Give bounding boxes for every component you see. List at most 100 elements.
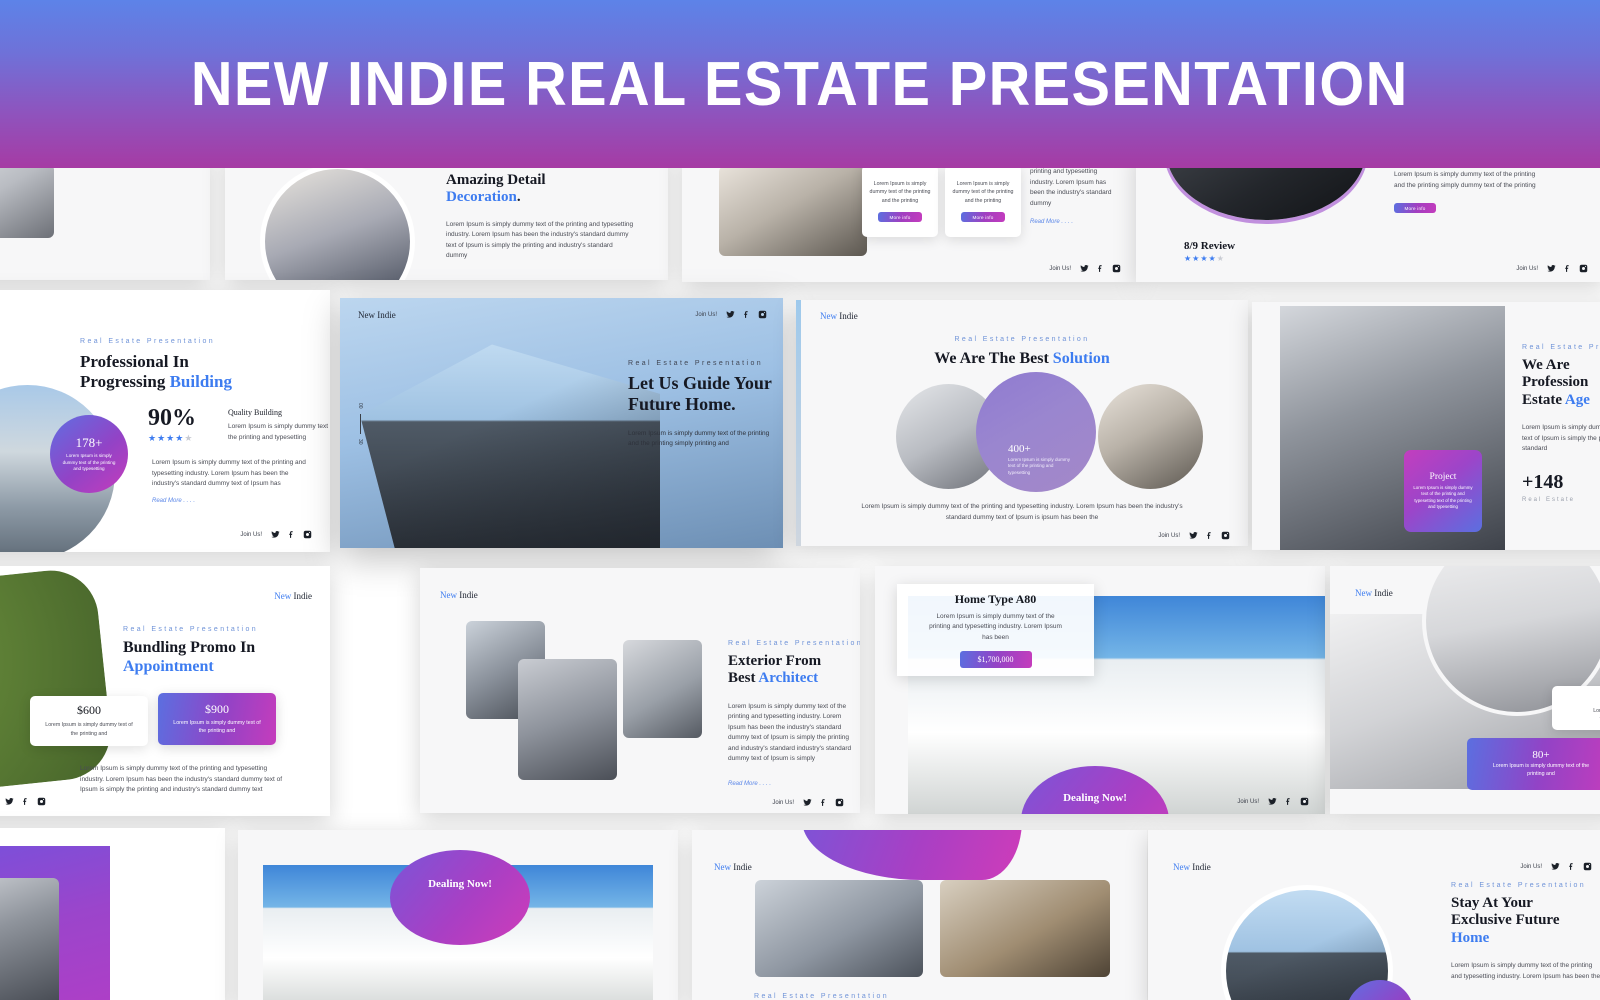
facebook-icon[interactable] — [287, 530, 296, 539]
twitter-icon[interactable] — [1547, 264, 1556, 273]
facebook-icon[interactable] — [742, 310, 751, 319]
instagram-icon[interactable] — [835, 798, 844, 807]
slide-we-are-professional-estate-agent[interactable]: Project Lorem Ipsum is simply dummy text… — [1252, 302, 1600, 550]
stat-number: 400+ — [1008, 442, 1031, 455]
home-type-body: Lorem Ipsum is simply dummy text of the … — [929, 612, 1062, 641]
price-card-premium[interactable]: $900 Lorem Ipsum is simply dummy text of… — [158, 693, 276, 745]
title-line-1: Professional In — [80, 352, 189, 371]
stat-body: Lorem Ipsum is simply dummy text of the … — [62, 453, 116, 472]
slide-thumbnail-info-cards[interactable]: Lorem Ipsum is simply dummy text of the … — [682, 150, 1137, 282]
keys-photo — [755, 880, 923, 977]
plans-photo-right — [1098, 384, 1203, 489]
more-info-button[interactable]: More info — [961, 212, 1005, 223]
eyebrow: Real Estate Presentation — [728, 640, 860, 647]
slide-let-us-guide[interactable]: New Indie Join Us! 00 30 Real Estate Pre… — [340, 298, 783, 548]
stat-card-6: 6 Lorem Ipsum is text of the — [1552, 686, 1600, 730]
title-line-1: Let Us Guide Your — [628, 373, 772, 393]
ribbon-label: Dealing Now! — [1063, 792, 1127, 804]
rail-divider — [359, 413, 361, 434]
instagram-icon[interactable] — [1221, 531, 1230, 540]
facebook-icon[interactable] — [1567, 862, 1576, 871]
quality-body: Lorem Ipsum is simply dummy text of the … — [228, 423, 330, 441]
blueprint-photo — [0, 164, 54, 238]
twitter-icon[interactable] — [1551, 862, 1560, 871]
body-line-2: standard dummy text of Ipsum is ipsum ha… — [945, 513, 1099, 521]
rating-stars: ★ ★ ★ ★ ★ — [148, 432, 193, 443]
eyebrow: Real Estate Presentation — [123, 626, 259, 633]
slide-bundling-promo[interactable]: New Indie Real Estate Presentation Bundl… — [0, 566, 330, 816]
slide-professional-in-progressing[interactable]: 178+ Lorem Ipsum is simply dummy text of… — [0, 290, 330, 552]
price-button[interactable]: $1,700,000 — [959, 651, 1032, 669]
twitter-icon[interactable] — [1189, 531, 1198, 540]
brand-second: Indie — [459, 590, 478, 600]
facebook-icon[interactable] — [819, 798, 828, 807]
slide-interior-80-plus[interactable]: New Indie 6 Lorem Ipsum is text of the 8… — [1330, 566, 1600, 814]
card-body: Lorem Ipsum is simply dummy text of the … — [869, 180, 931, 204]
home-type-title: Home Type A80 — [954, 591, 1037, 606]
title-line-1: We Are — [1522, 357, 1570, 373]
instagram-icon[interactable] — [1112, 264, 1121, 273]
facebook-icon[interactable] — [1205, 531, 1214, 540]
stat-circle: 178+ Lorem Ipsum is simply dummy text of… — [50, 415, 128, 493]
more-info-button[interactable]: More info — [878, 212, 922, 223]
instagram-icon[interactable] — [1579, 264, 1588, 273]
twitter-icon[interactable] — [1268, 797, 1277, 806]
quality-label: Quality Building — [228, 408, 282, 417]
title-line-1: Exterior From — [728, 653, 822, 669]
twitter-icon[interactable] — [271, 530, 280, 539]
facebook-icon[interactable] — [1563, 264, 1572, 273]
brand-first: New — [1173, 862, 1190, 872]
slide-exterior-from-best-architect[interactable]: New Indie Real Estate Presentation Exter… — [420, 568, 860, 813]
slide-keys-signing[interactable]: New Indie Real Estate Presentation — [692, 830, 1147, 1000]
facebook-icon[interactable] — [21, 797, 30, 806]
brand-first: New — [820, 311, 837, 321]
slide-thumbnail-review[interactable]: 8/9 Review ★ ★ ★ ★ ★ Lorem Ipsum is simply d… — [1136, 150, 1600, 282]
price-value: $900 — [205, 702, 229, 717]
eyebrow: Real Estate Presentation — [628, 360, 764, 367]
eyebrow: Real Estate Presentation — [954, 336, 1090, 343]
price-card-basic[interactable]: $600 Lorem Ipsum is simply dummy text of… — [30, 696, 148, 746]
ribbon-label: Dealing Now! — [428, 878, 492, 890]
woman-photo — [518, 659, 617, 780]
slide-thumbnail-stat[interactable]: + imply dummy inting and — [0, 150, 210, 280]
slide-engineer[interactable] — [0, 828, 225, 1000]
body-text: Lorem Ipsum is simply dummy text of the … — [728, 702, 852, 763]
team-photo-center: 400+ Lorem Ipsum is simply dummy text of… — [976, 372, 1096, 492]
info-card-2[interactable]: Lorem Ipsum is simply dummy text of the … — [945, 165, 1021, 237]
read-more-link[interactable]: Read More . . . . — [152, 498, 195, 504]
instagram-icon[interactable] — [1300, 797, 1309, 806]
title-dot: . — [516, 189, 521, 206]
instagram-icon[interactable] — [37, 797, 46, 806]
body-text: Lorem Ipsum is simply dummy text of the … — [1451, 962, 1600, 980]
read-more-link[interactable]: Read More . . . . — [1030, 219, 1112, 225]
title-accent: Solution — [1052, 350, 1110, 367]
slide-dealing-now-villa[interactable]: Dealing Now! — [238, 830, 678, 1000]
instagram-icon[interactable] — [1583, 862, 1592, 871]
brand-second: Indie — [1374, 588, 1393, 598]
instagram-icon[interactable] — [758, 310, 767, 319]
eyebrow: Real Estate Presen — [1522, 344, 1600, 351]
info-card-1[interactable]: Lorem Ipsum is simply dummy text of the … — [862, 165, 938, 237]
slide-thumbnail-amazing-detail[interactable]: Amazing Detail Decoration. Lorem Ipsum i… — [225, 150, 668, 280]
twitter-icon[interactable] — [803, 798, 812, 807]
twitter-icon[interactable] — [5, 797, 14, 806]
twitter-icon[interactable] — [1080, 264, 1089, 273]
slide-we-are-the-best-solution[interactable]: New Indie Real Estate Presentation We Ar… — [796, 300, 1248, 546]
title-line-1: Amazing Detail — [446, 172, 546, 188]
read-more-link[interactable]: Read More . . . . — [728, 781, 853, 787]
title-accent: Building — [169, 371, 232, 391]
price-value: $600 — [77, 703, 101, 718]
slide-stay-at-your-exclusive-future-home[interactable]: New Indie Join Us! 178+ Real Estate Pres… — [1148, 830, 1600, 1000]
rating-stars: ★ ★ ★ ★ ★ — [1184, 253, 1224, 263]
gradient-swoosh — [802, 830, 1022, 880]
instagram-icon[interactable] — [303, 530, 312, 539]
slide-home-type-a80[interactable]: Home Type A80 Lorem Ipsum is simply dumm… — [875, 566, 1325, 814]
facebook-icon[interactable] — [1096, 264, 1105, 273]
signing-photo — [940, 880, 1110, 977]
badge-body: Lorem Ipsum is simply dummy text of the … — [1492, 763, 1590, 777]
more-info-button[interactable]: More info — [1394, 203, 1436, 214]
right-body: printing and typesetting industry. Lorem… — [1030, 168, 1112, 207]
facebook-icon[interactable] — [1284, 797, 1293, 806]
body-text: Lorem Ipsum is simply dummy text of the … — [80, 765, 282, 794]
twitter-icon[interactable] — [726, 310, 735, 319]
